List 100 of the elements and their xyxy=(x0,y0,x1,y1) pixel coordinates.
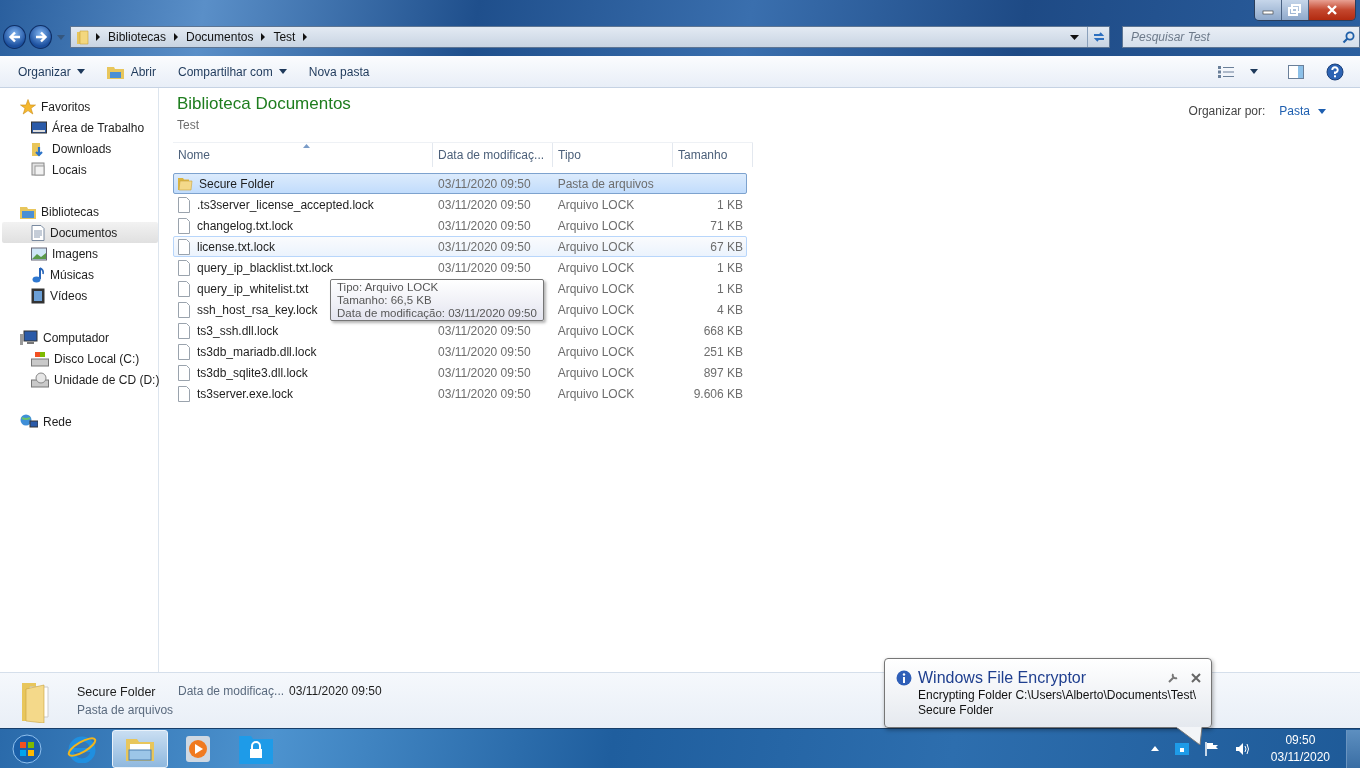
notification-text: Encrypting Folder C:\Users\Alberto\Documents\Test\ xyxy=(918,688,1198,703)
file-size: 1 KB xyxy=(717,260,743,275)
file-size: 71 KB xyxy=(710,218,743,233)
breadcrumb[interactable]: Bibliotecas xyxy=(108,30,167,44)
nav-group[interactable]: Rede xyxy=(0,411,158,432)
places-icon xyxy=(31,161,47,178)
file-size: 9.606 KB xyxy=(693,386,743,401)
file-date: 03/11/2020 09:50 xyxy=(438,239,531,254)
dropdown-caret-icon[interactable] xyxy=(1070,34,1079,40)
details-type: Pasta de arquivos xyxy=(77,702,175,717)
file-icon xyxy=(177,217,191,234)
file-name: query_ip_whitelist.txt xyxy=(197,281,309,296)
notification-title: Windows File Encryptor xyxy=(918,669,1088,687)
nav-group[interactable]: Bibliotecas xyxy=(0,201,158,222)
show-hidden-icons-icon[interactable] xyxy=(1150,746,1159,751)
file-date: 03/11/2020 09:50 xyxy=(438,386,531,401)
column-header[interactable]: Tipo xyxy=(553,143,673,167)
file-icon xyxy=(177,343,191,360)
toolbar-button[interactable]: Compartilhar com xyxy=(168,59,297,84)
nav-item[interactable]: Músicas xyxy=(0,264,158,285)
sort-arrow-icon xyxy=(302,144,310,148)
tooltip-text: Data de modificação: 03/11/2020 09:50 xyxy=(337,307,537,320)
chevron-icon[interactable] xyxy=(174,33,179,41)
file-name: ts3server.exe.lock xyxy=(197,386,294,401)
refresh-icon xyxy=(1091,30,1106,44)
pane-icon xyxy=(1288,64,1304,79)
file-row[interactable]: Secure Folder 03/11/2020 09:50 Pasta de arquivos xyxy=(173,173,747,194)
document-icon xyxy=(31,224,45,241)
caret-icon xyxy=(1318,108,1326,114)
library-icon xyxy=(20,204,36,219)
breadcrumb[interactable]: Documentos xyxy=(186,30,254,44)
flag-icon[interactable] xyxy=(1204,741,1219,756)
search-field[interactable]: Pesquisar Test xyxy=(1122,26,1360,48)
file-type: Arquivo LOCK xyxy=(557,281,635,296)
nav-item[interactable]: Locais xyxy=(0,159,158,180)
folder-icon xyxy=(177,176,193,191)
nav-item[interactable]: Documentos xyxy=(2,222,158,243)
library-title: Biblioteca Documentos xyxy=(177,94,351,114)
close-button[interactable] xyxy=(1309,0,1355,20)
toolbar-button[interactable]: Organizar xyxy=(8,59,95,84)
column-header[interactable]: Tamanho xyxy=(673,143,753,167)
file-row[interactable]: license.txt.lock 03/11/2020 09:50 Arquivo LOCK 67 KB xyxy=(173,236,747,257)
media-player-icon xyxy=(186,735,210,762)
toolbar-button[interactable]: Nova pasta xyxy=(298,59,380,84)
close-icon[interactable] xyxy=(1191,673,1201,683)
column-header[interactable]: Nome xyxy=(173,143,433,167)
nav-item[interactable]: Imagens xyxy=(0,243,158,264)
file-icon xyxy=(177,364,191,381)
caret-icon xyxy=(76,69,85,74)
file-name: changelog.txt.lock xyxy=(197,218,294,233)
file-type: Arquivo LOCK xyxy=(557,323,635,338)
lock-tray-icon[interactable] xyxy=(1174,742,1189,755)
notification-text: Secure Folder xyxy=(918,703,995,718)
chevron-icon[interactable] xyxy=(261,33,266,41)
network-icon xyxy=(20,413,38,430)
minimize-button[interactable] xyxy=(1255,0,1282,20)
caret-icon[interactable] xyxy=(1250,69,1258,74)
file-type: Arquivo LOCK xyxy=(557,386,635,401)
details-date: 03/11/2020 09:50 xyxy=(289,684,382,698)
file-date: 03/11/2020 09:50 xyxy=(438,197,531,212)
caret-icon xyxy=(278,69,287,74)
back-button[interactable] xyxy=(3,25,27,49)
clock-date[interactable]: 03/11/2020 xyxy=(1270,750,1330,764)
file-name: .ts3server_license_accepted.lock xyxy=(197,197,374,212)
file-size: 897 KB xyxy=(703,365,743,380)
maximize-button[interactable] xyxy=(1282,0,1309,20)
nav-group[interactable]: Computador xyxy=(0,327,158,348)
close-icon xyxy=(1325,4,1339,16)
library-subtitle: Test xyxy=(177,118,200,132)
file-type: Arquivo LOCK xyxy=(557,260,635,275)
file-size: 67 KB xyxy=(710,239,743,254)
arrange-dropdown[interactable]: Pasta xyxy=(1279,104,1326,118)
nav-item[interactable]: Downloads xyxy=(0,138,158,159)
breadcrumb[interactable]: Test xyxy=(273,30,296,44)
chevron-icon[interactable] xyxy=(96,33,100,41)
toolbar-button[interactable]: Abrir xyxy=(96,59,167,84)
music-note-icon xyxy=(31,266,45,283)
clock-time[interactable]: 09:50 xyxy=(1285,733,1316,747)
nav-item[interactable]: Unidade de CD (D:) xyxy=(0,369,158,390)
taskbar-button[interactable] xyxy=(112,729,168,768)
nav-item[interactable]: Vídeos xyxy=(0,285,158,306)
forward-button[interactable] xyxy=(29,25,53,49)
lock-folder-icon xyxy=(239,733,273,764)
nav-item[interactable]: Disco Local (C:) xyxy=(0,348,158,369)
file-type: Arquivo LOCK xyxy=(557,197,635,212)
file-icon xyxy=(177,385,191,402)
info-icon xyxy=(896,670,912,686)
details-date-label: Data de modificaç... xyxy=(178,684,285,698)
wrench-icon[interactable] xyxy=(1167,672,1179,684)
nav-group[interactable]: Favoritos xyxy=(0,96,158,117)
address-bar[interactable]: Bibliotecas Documentos Test xyxy=(70,26,1110,48)
file-name: query_ip_blacklist.txt.lock xyxy=(197,260,334,275)
nav-item[interactable]: Área de Trabalho xyxy=(0,117,158,138)
file-size: 1 KB xyxy=(717,197,743,212)
browser-icon xyxy=(67,734,97,763)
file-name: license.txt.lock xyxy=(197,239,276,254)
file-date: 03/11/2020 09:50 xyxy=(438,344,531,359)
chevron-icon[interactable] xyxy=(303,33,308,41)
speaker-icon[interactable] xyxy=(1234,741,1251,756)
column-header[interactable]: Data de modificaç... xyxy=(433,143,553,167)
